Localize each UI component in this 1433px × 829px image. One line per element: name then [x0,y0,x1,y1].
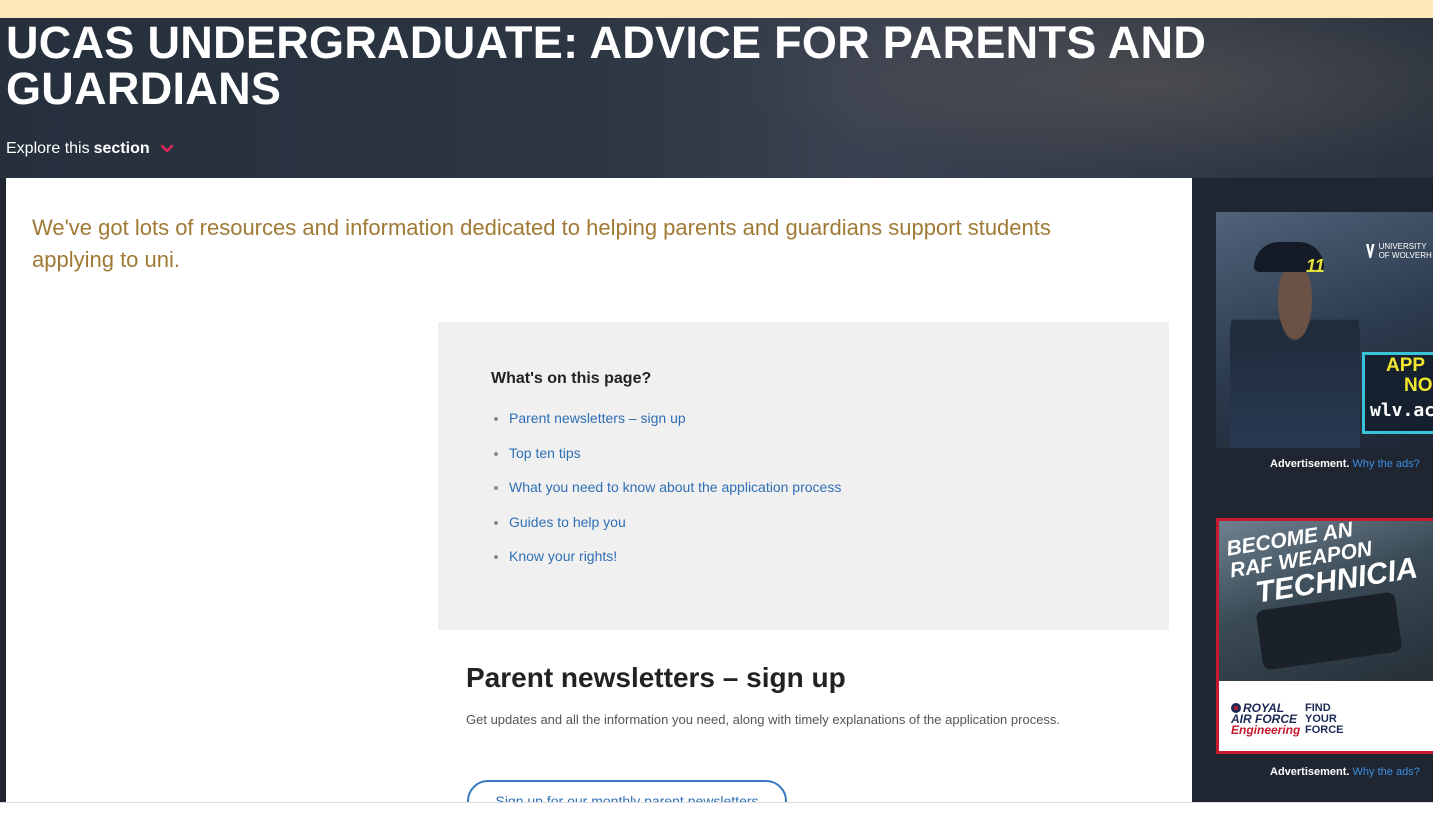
bottom-bar [0,802,1433,829]
raf-logo-line-3: Engineering [1231,723,1301,737]
list-item: Guides to help you [491,514,841,549]
toc-link-rights[interactable]: Know your rights! [509,548,617,564]
hero-banner: UCAS UNDERGRADUATE: ADVICE FOR PARENTS A… [0,18,1433,178]
ad-footer: ROYAL AIR FORCE Engineering FIND YOUR FO… [1219,681,1433,751]
page-title: UCAS UNDERGRADUATE: ADVICE FOR PARENTS A… [6,18,1207,114]
university-logo: UNIVERSITY OF WOLVERH [1366,242,1433,260]
ad-cap-number: 11 [1306,256,1325,276]
find-your-force-logo: FIND YOUR FORCE [1305,703,1344,736]
list-item: Top ten tips [491,445,841,480]
section-body: Get updates and all the information you … [466,712,1061,727]
advert-raf[interactable]: BECOME AN RAF WEAPON TECHNICIA ROYAL AIR… [1216,518,1433,754]
raf-logo: ROYAL AIR FORCE Engineering [1231,702,1301,737]
why-the-ads-link[interactable]: Why the ads? [1353,766,1420,778]
university-logo-text: UNIVERSITY OF WOLVERH [1378,242,1432,260]
toc-link-newsletters[interactable]: Parent newsletters – sign up [509,410,686,426]
ad-label-2: Advertisement. Why the ads? [1270,766,1420,778]
top-notice-strip [0,0,1433,18]
list-item: Know your rights! [491,548,841,583]
ad-now-text: NO [1404,375,1433,396]
main-content: We've got lots of resources and informat… [6,178,1192,802]
toc-link-application-process[interactable]: What you need to know about the applicat… [509,479,841,495]
why-the-ads-link[interactable]: Why the ads? [1353,458,1420,470]
section-heading: Parent newsletters – sign up [466,662,846,693]
toc-link-guides[interactable]: Guides to help you [509,514,626,530]
explore-prefix: Explore this [6,140,90,157]
toc-title: What's on this page? [491,370,652,387]
list-item: What you need to know about the applicat… [491,479,841,514]
page-contents-box: What's on this page? Parent newsletters … [438,322,1169,630]
ad-apply-text: APP [1386,355,1426,376]
fyf-line-3: FORCE [1305,724,1344,736]
intro-text: We've got lots of resources and informat… [32,215,1051,272]
advert-wolverhampton[interactable]: 11 UNIVERSITY OF WOLVERH APP NO wlv.ac [1216,212,1433,448]
ad-url-text: wlv.ac [1370,400,1433,421]
explore-bold: section [93,140,150,157]
newsletter-signup-button[interactable]: Sign up for our monthly parent newslette… [467,780,787,802]
explore-section-toggle[interactable]: Explore this section [6,140,174,158]
university-logo-icon [1366,244,1375,258]
ad-label-1: Advertisement. Why the ads? [1270,458,1420,470]
ad-label-text: Advertisement. [1270,766,1350,778]
chevron-down-icon [160,144,174,154]
list-item: Parent newsletters – sign up [491,410,841,445]
toc-link-top-tips[interactable]: Top ten tips [509,445,581,461]
ad-label-text: Advertisement. [1270,458,1350,470]
ad-photo-person [1230,262,1360,448]
toc-list: Parent newsletters – sign up Top ten tip… [491,410,841,583]
